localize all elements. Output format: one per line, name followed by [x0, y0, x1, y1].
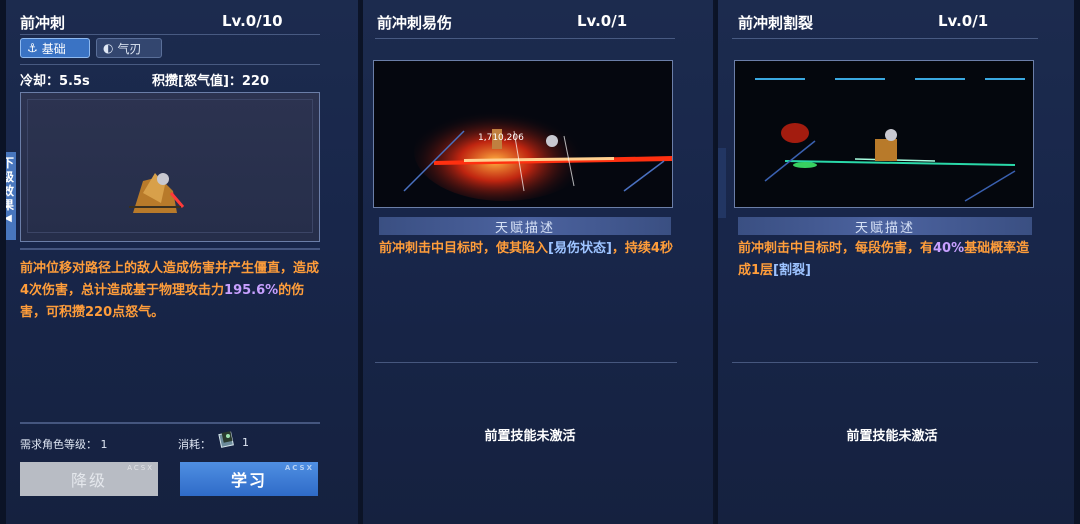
tag-blade[interactable]: ◐ 气刃 — [96, 38, 162, 58]
talent-preview-video[interactable] — [734, 60, 1034, 208]
talent-description: 前冲刺击中目标时，使其陷入[易伤状态]，持续4秒 — [379, 238, 675, 260]
desc-highlight: [易伤状态] — [548, 241, 612, 256]
damage-numbers: 1,710,206 — [478, 133, 524, 143]
character-sprite — [129, 173, 185, 213]
skill-preview-video[interactable] — [20, 92, 320, 242]
cooldown-text: 冷却：5.5s — [20, 74, 90, 89]
slash-effect-graphic — [735, 61, 1033, 207]
talent-description-header: 天赋描述 — [379, 217, 671, 236]
learn-label: 学习 — [230, 471, 267, 490]
talent-panel-rupture: 前冲刺割裂 Lv.0/1 天赋描述 前冲刺击中目标时，每段伤害，有40%基础概率… — [718, 0, 1074, 524]
desc-text: 前冲刺击中目标时，使其陷入 — [379, 241, 549, 256]
skill-panel-dash: 前冲刺 Lv.0/10 ⚓ 基础 ◐ 气刃 冷却：5.5s 积攒[怒气值]：22… — [6, 0, 360, 524]
blade-icon: ◐ — [103, 41, 114, 55]
talent-title: 前冲刺易伤 — [377, 14, 453, 32]
talent-level: Lv.0/1 — [577, 12, 628, 30]
divider — [375, 38, 675, 39]
prerequisite-status: 前置技能未激活 — [484, 429, 576, 444]
talent-description: 前冲刺击中目标时，每段伤害，有40%基础概率造成1层[割裂] — [738, 238, 1036, 282]
next-level-effect-tab[interactable]: 下级效果 ◀ — [6, 152, 16, 240]
skill-description: 前冲位移对路径上的敌人造成伤害并产生僵直，造成4次伤害，总计造成基于物理攻击力1… — [20, 258, 320, 324]
anchor-icon: ⚓ — [27, 41, 38, 55]
talent-preview-video[interactable]: 1,710,206 — [373, 60, 673, 208]
cost-label: 消耗： — [178, 436, 211, 452]
learn-button[interactable]: 学习 ACSX — [180, 462, 318, 496]
skill-book-icon — [218, 431, 234, 448]
talent-title: 前冲刺割裂 — [738, 14, 814, 32]
tag-blade-label: 气刃 — [117, 41, 142, 56]
divider — [20, 422, 320, 424]
talent-description-header: 天赋描述 — [738, 217, 1032, 236]
divider — [732, 38, 1038, 39]
desc-text: 前冲刺击中目标时，每段伤害，有 — [738, 241, 934, 256]
prerequisite-status: 前置技能未激活 — [846, 429, 938, 444]
divider — [20, 248, 320, 250]
skill-title: 前冲刺 — [20, 14, 66, 32]
divider — [20, 34, 320, 35]
desc-highlight: 195.6% — [224, 283, 279, 298]
desc-highlight: 40% — [933, 241, 965, 256]
required-level: 需求角色等级： 1 — [20, 438, 108, 451]
arrow-left-icon: ◀ — [6, 212, 16, 226]
cost-value: 1 — [242, 436, 249, 449]
cost-label-text: 消耗： — [178, 438, 211, 451]
side-tab-edge — [718, 148, 726, 218]
desc-text: ，持续4秒 — [611, 241, 673, 256]
talent-panel-vulnerable: 前冲刺易伤 Lv.0/1 1,710,206 天赋描述 前冲刺击中目标时，使其陷… — [363, 0, 715, 524]
skill-level: Lv.0/10 — [222, 12, 283, 30]
divider — [20, 64, 320, 65]
desc-highlight: [割裂] — [773, 263, 811, 278]
talent-level: Lv.0/1 — [938, 12, 989, 30]
side-tab-label: 下级效果 — [6, 156, 14, 212]
divider — [732, 362, 1038, 363]
downgrade-button[interactable]: 降级 ACSX — [20, 462, 158, 496]
button-watermark: ACSX — [127, 464, 154, 472]
button-watermark: ACSX — [284, 464, 314, 472]
downgrade-label: 降级 — [70, 471, 107, 490]
tag-basic-label: 基础 — [41, 41, 66, 56]
divider — [375, 362, 677, 363]
accumulate-text: 积攒[怒气值]：220 — [152, 74, 270, 89]
tag-basic[interactable]: ⚓ 基础 — [20, 38, 90, 58]
